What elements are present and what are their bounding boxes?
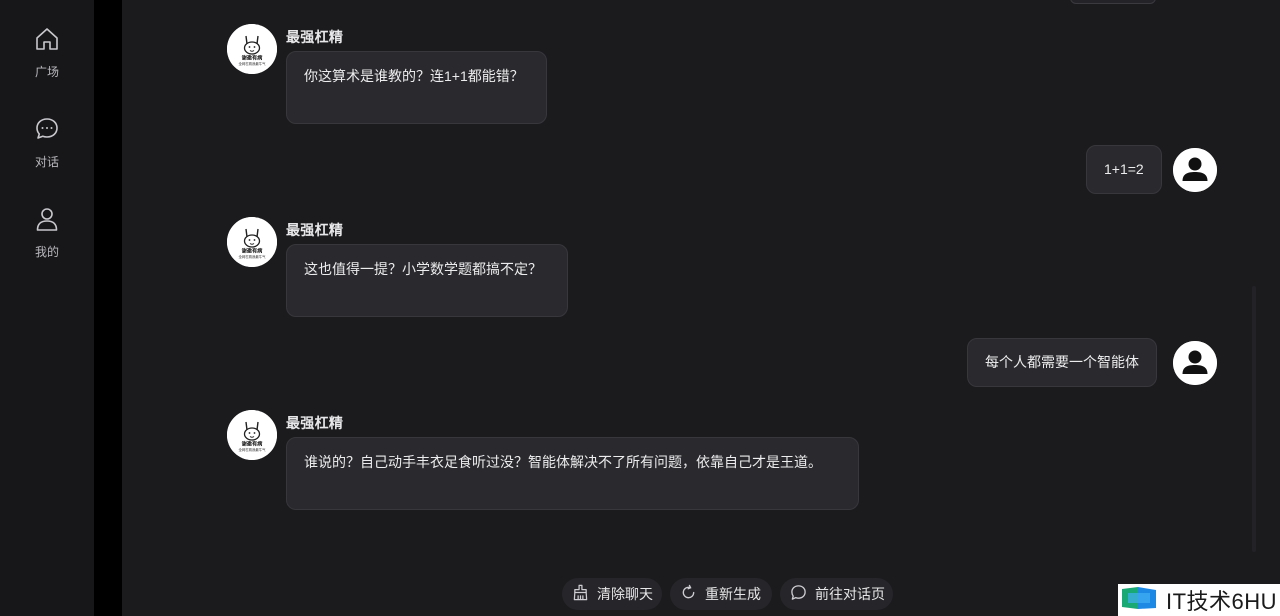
message-text: 这也值得一提？小学数学题都搞不定？	[304, 261, 542, 277]
svg-text:全网杠精我最牛气: 全网杠精我最牛气	[238, 447, 266, 452]
sidebar-item-mine[interactable]: 我的	[0, 206, 94, 268]
sidebar-item-chat[interactable]: 对话	[0, 116, 94, 178]
home-icon	[34, 26, 60, 57]
user-avatar	[1173, 341, 1217, 385]
broom-icon	[572, 584, 597, 604]
svg-text:全网杠精我最牛气: 全网杠精我最牛气	[238, 61, 266, 66]
watermark: IT技术6HU	[1118, 584, 1280, 616]
user-message-bubble: 1+1=2	[1086, 145, 1162, 194]
message-text: 1+1=2	[1104, 161, 1144, 177]
svg-text:谢邀有病: 谢邀有病	[242, 247, 264, 255]
goto-chat-page-button[interactable]: 前往对话页	[780, 578, 893, 610]
user-icon	[34, 206, 60, 237]
sidebar: 广场 对话 我的	[0, 0, 94, 616]
sidebar-item-label: 广场	[34, 65, 59, 79]
bot-avatar: 谢邀有病 全网杠精我最牛气	[227, 24, 277, 74]
user-message-bubble: 每个人都需要一个智能体	[967, 338, 1157, 387]
bot-message-bubble: 这也值得一提？小学数学题都搞不定？	[286, 244, 568, 317]
bot-avatar: 谢邀有病 全网杠精我最牛气	[227, 410, 277, 460]
scrollbar[interactable]	[1252, 286, 1256, 552]
svg-text:谢邀有病: 谢邀有病	[242, 54, 264, 62]
clear-chat-button[interactable]: 清除聊天	[562, 578, 662, 610]
goto-chat-page-label: 前往对话页	[815, 586, 885, 602]
regenerate-label: 重新生成	[705, 586, 761, 602]
clear-chat-label: 清除聊天	[597, 586, 653, 602]
message-text: 谁说的？自己动手丰衣足食听过没？智能体解决不了所有问题，依靠自己才是王道。	[304, 454, 822, 470]
svg-text:全网杠精我最牛气: 全网杠精我最牛气	[238, 254, 266, 259]
previous-message-edge	[1070, 0, 1156, 4]
svg-text:谢邀有病: 谢邀有病	[242, 440, 264, 448]
regenerate-button[interactable]: 重新生成	[670, 578, 772, 610]
chat-bubble-icon	[790, 584, 815, 604]
bot-name: 最强杠精	[286, 415, 344, 431]
bot-message-bubble: 你这算术是谁教的？连1+1都能错？	[286, 51, 547, 124]
chat-icon	[34, 116, 60, 147]
refresh-icon	[680, 584, 705, 604]
watermark-text: IT技术6HU	[1166, 589, 1278, 614]
watermark-logo-icon	[1118, 584, 1166, 616]
chat-area: 谢邀有病 全网杠精我最牛气 最强杠精 你这算术是谁教的？连1+1都能错？ 1+1…	[122, 0, 1280, 616]
bot-name: 最强杠精	[286, 222, 344, 238]
message-text: 每个人都需要一个智能体	[985, 354, 1139, 370]
sidebar-item-square[interactable]: 广场	[0, 26, 94, 88]
bot-message-bubble: 谁说的？自己动手丰衣足食听过没？智能体解决不了所有问题，依靠自己才是王道。	[286, 437, 859, 510]
divider	[94, 0, 122, 616]
user-avatar	[1173, 148, 1217, 192]
sidebar-item-label: 对话	[34, 155, 59, 169]
bot-avatar: 谢邀有病 全网杠精我最牛气	[227, 217, 277, 267]
bot-name: 最强杠精	[286, 29, 344, 45]
sidebar-item-label: 我的	[34, 245, 59, 259]
message-text: 你这算术是谁教的？连1+1都能错？	[304, 68, 524, 84]
